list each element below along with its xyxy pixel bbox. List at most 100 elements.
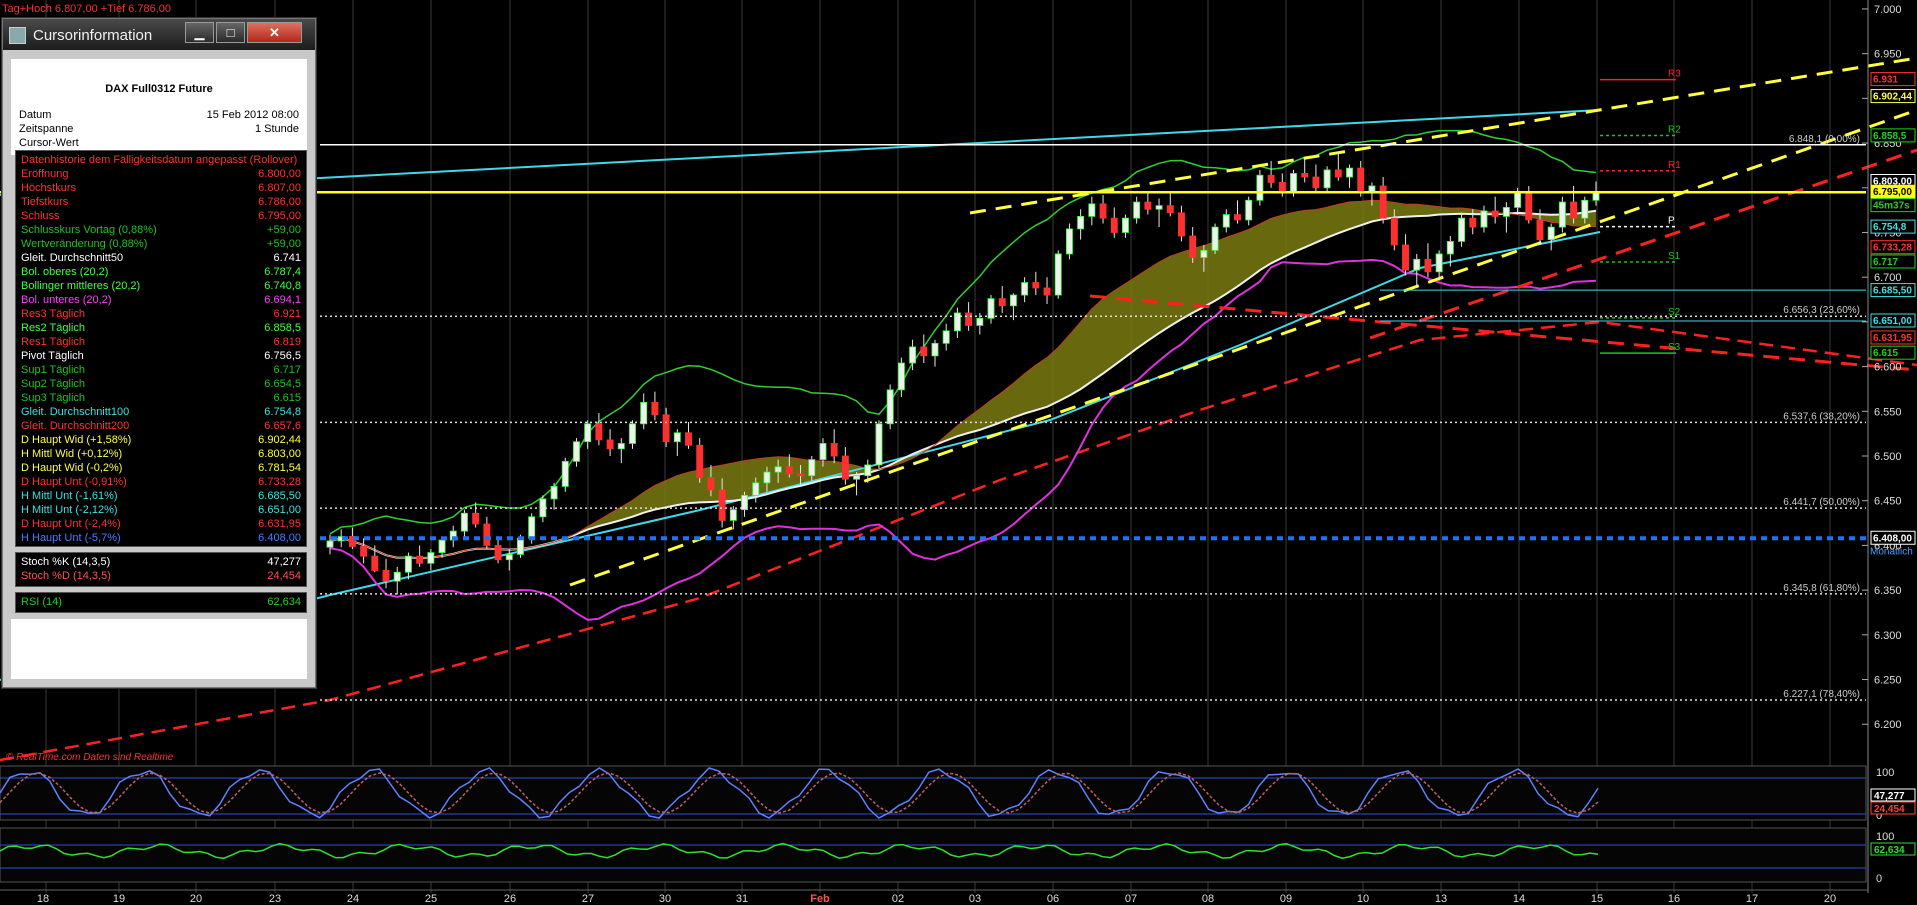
indicator-value: 6.615 xyxy=(273,392,301,404)
candle-body xyxy=(965,312,973,326)
indicator-row: Gleit. Durchschnitt100 6.754,8 xyxy=(21,405,301,419)
indicator-row: Sup3 Täglich 6.615 xyxy=(21,391,301,405)
fib-level-label: 6.848,1 (0,00%) xyxy=(1789,134,1860,145)
x-tick-label: 24 xyxy=(347,893,359,905)
candle-body xyxy=(1312,176,1320,189)
indicator-row: Res3 Täglich 6.921 xyxy=(21,307,301,321)
candle-body xyxy=(1245,199,1253,221)
indicator-row: D Haupt Wid (+1,58%) 6.902,44 xyxy=(21,433,301,447)
candle-body xyxy=(404,555,412,573)
indicator-value: 6.921 xyxy=(273,308,301,320)
candle-body xyxy=(1133,201,1141,219)
indicator-value: 6.786,00 xyxy=(258,196,301,208)
indicator-value: 6.795,00 xyxy=(258,210,301,222)
candle-body xyxy=(1469,217,1477,228)
rsi-panel: 100 0 62,634 xyxy=(0,827,1916,885)
x-tick-label: 16 xyxy=(1668,893,1680,905)
candle-body xyxy=(774,466,782,473)
cursor-info-window[interactable]: Cursorinformation ▁ □ ✕ DAX Full0312 Fut… xyxy=(2,18,316,688)
indicator-value: 6.657,6 xyxy=(264,420,301,432)
candle-body xyxy=(685,432,692,446)
price-tag-label: 6.685,50 xyxy=(1873,286,1912,297)
x-tick-label: 20 xyxy=(190,893,202,905)
candle-body xyxy=(1402,244,1409,271)
indicator-row: D Haupt Unt (-2,4%) 6.631,95 xyxy=(21,517,301,531)
app-icon xyxy=(9,27,26,44)
candle-body xyxy=(517,537,524,555)
candle-body xyxy=(841,455,849,480)
candle-body xyxy=(382,570,390,582)
x-tick-label: 23 xyxy=(269,893,281,905)
indicator-row: Tiefstkurs 6.786,00 xyxy=(21,195,301,209)
candle-body xyxy=(1166,205,1174,214)
indicator-label: Höchstkurs xyxy=(21,182,77,194)
indicator-label: Sup1 Täglich xyxy=(21,364,86,376)
candle-body xyxy=(819,443,827,460)
stoch-d-row: Stoch %D (14,3,5) 24,454 xyxy=(21,569,301,583)
candle-body xyxy=(371,555,379,571)
candle-body xyxy=(886,389,894,425)
minimize-button[interactable]: ▁ xyxy=(185,22,214,43)
candle-body xyxy=(752,482,760,496)
indicator-value: 6.694,1 xyxy=(264,294,301,306)
close-button[interactable]: ✕ xyxy=(247,22,302,43)
candle-body xyxy=(1570,201,1578,219)
candle-body xyxy=(1547,226,1555,241)
indicator-value: 6.781,54 xyxy=(258,462,301,474)
price-tag-label: 6.651,00 xyxy=(1873,316,1912,327)
indicator-label: H Haupt Unt (-5,7%) xyxy=(21,532,121,544)
stoch-d-tag-label: 24,454 xyxy=(1874,804,1905,815)
window-empty-area xyxy=(11,619,307,679)
candle-body xyxy=(606,439,614,450)
stoch-k-row: Stoch %K (14,3,5) 47,277 xyxy=(21,555,301,569)
stoch-100-label: 100 xyxy=(1876,767,1894,779)
indicator-label: Pivot Täglich xyxy=(21,350,84,362)
candle-body xyxy=(718,489,726,521)
indicator-row: Gleit. Durchschnitt200 6.657,6 xyxy=(21,419,301,433)
candle-body xyxy=(1144,201,1152,210)
indicator-row: D Haupt Unt (-0,91%) 6.733,28 xyxy=(21,475,301,489)
fib-level-label: 6.656,3 (23,60%) xyxy=(1783,305,1860,316)
candle-body xyxy=(1334,169,1342,178)
indicator-row: Bol. oberes (20,2) 6.787,4 xyxy=(21,265,301,279)
x-tick-label: Feb xyxy=(810,893,830,905)
indicator-value: 6.819 xyxy=(273,336,301,348)
indicator-row: H Mittl Wid (+0,12%) 6.803,00 xyxy=(21,447,301,461)
x-tick-label: 09 xyxy=(1280,893,1292,905)
indicator-label: D Haupt Wid (+1,58%) xyxy=(21,434,132,446)
indicator-value: 6.800,00 xyxy=(258,168,301,180)
candle-body xyxy=(550,485,558,500)
fib-level-label: 6.537,6 (38,20%) xyxy=(1783,411,1860,422)
candle-body xyxy=(1211,226,1219,251)
pivot-label: R3 xyxy=(1668,69,1681,80)
watermark: © RealTime.com Daten sind Realtime xyxy=(6,752,174,763)
maximize-button[interactable]: □ xyxy=(216,22,245,43)
candle-body xyxy=(427,552,435,564)
candle-body xyxy=(897,362,905,391)
indicator-row: H Mittl Unt (-2,12%) 6.651,00 xyxy=(21,503,301,517)
candle-body xyxy=(673,432,681,443)
price-tag-label: 6.615 xyxy=(1873,348,1898,359)
indicator-value: 6.807,00 xyxy=(258,182,301,194)
candle-body xyxy=(1514,192,1522,208)
candle-body xyxy=(1581,199,1589,219)
indicator-label: Schlusskurs Vortag (0,88%) xyxy=(21,224,157,236)
indicator-row: Schluss 6.795,00 xyxy=(21,209,301,223)
candle-body xyxy=(976,317,984,326)
candle-body xyxy=(1234,214,1241,221)
window-titlebar[interactable]: Cursorinformation ▁ □ ✕ xyxy=(3,19,315,50)
y-tick-label: 6.250 xyxy=(1874,675,1902,687)
y-tick-label: 6.500 xyxy=(1874,451,1902,463)
indicator-label: Res2 Täglich xyxy=(21,322,85,334)
candle-body xyxy=(1390,217,1398,246)
price-tag-label: 6.795,00 xyxy=(1873,187,1912,198)
indicator-value: 6.858,5 xyxy=(264,322,301,334)
indicator-value: 6.756,5 xyxy=(264,350,301,362)
indicator-label: Gleit. Durchschnitt200 xyxy=(21,420,130,432)
price-tag-label: 6.631,95 xyxy=(1873,333,1912,344)
indicator-row: Sup1 Täglich 6.717 xyxy=(21,363,301,377)
x-tick-label: 14 xyxy=(1513,893,1525,905)
candle-body xyxy=(1222,214,1230,228)
fib-level-label: 6.441,7 (50,00%) xyxy=(1783,497,1860,508)
indicator-values-list: Datenhistorie dem Fälligkeitsdatum angep… xyxy=(15,150,307,547)
